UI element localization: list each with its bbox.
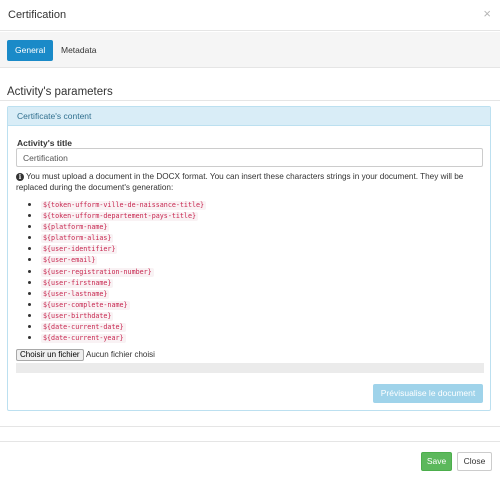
save-button[interactable]: Save <box>421 452 452 471</box>
file-preview-area <box>16 363 484 373</box>
info-circle-icon: i <box>16 173 24 181</box>
tab-general[interactable]: General <box>7 40 54 61</box>
token-code: ${date-current-year} <box>41 334 126 344</box>
modal-title: Certification <box>8 9 67 21</box>
certificate-content-panel: Certificate's content Activity's title i… <box>7 106 491 411</box>
footer-divider <box>0 441 500 442</box>
list-item: ${date-current-year} <box>28 332 206 344</box>
token-code: ${date-current-date} <box>41 323 126 333</box>
list-item: ${user-registration-number} <box>28 266 206 277</box>
list-item: ${user-identifier} <box>28 243 206 255</box>
token-code: ${user-registration-number} <box>41 267 154 277</box>
list-item: ${token-ufform-ville-de-naissance-title} <box>28 199 207 210</box>
activity-title-input[interactable] <box>16 148 483 167</box>
activity-title-label: Activity's title <box>17 138 72 148</box>
list-item: ${user-complete-name} <box>28 299 206 310</box>
section-divider <box>0 100 500 101</box>
token-code: ${token-ufform-ville-de-naissance-title} <box>41 201 207 210</box>
certification-modal: Certification × General Metadata Activit… <box>0 0 500 479</box>
modal-header: Certification × <box>0 0 500 31</box>
list-item: ${date-current-date} <box>28 321 206 333</box>
tab-metadata[interactable]: Metadata <box>53 40 104 61</box>
list-item: ${user-lastname} <box>28 288 206 299</box>
token-code: ${user-email} <box>41 256 98 266</box>
list-item: ${user-firstname} <box>28 277 206 288</box>
upload-info-text: i You must upload a document in the DOCX … <box>16 171 484 193</box>
list-item: ${user-birthdate} <box>28 310 206 321</box>
token-code: ${user-birthdate} <box>41 311 114 321</box>
token-code: ${platform-alias} <box>41 234 114 244</box>
token-code: ${token-ufform-departement-pays-title} <box>41 212 198 222</box>
close-icon[interactable]: × <box>483 7 491 20</box>
list-item: ${platform-alias} <box>28 232 206 244</box>
tabs-bar: General Metadata <box>0 32 500 68</box>
footer-divider <box>0 426 500 427</box>
preview-document-button[interactable]: Prévisualise le document <box>373 384 483 403</box>
token-code: ${user-firstname} <box>41 278 114 288</box>
list-item: ${token-ufform-departement-pays-title} <box>28 210 206 222</box>
panel-heading: Certificate's content <box>8 107 490 126</box>
token-code: ${user-complete-name} <box>41 300 130 310</box>
section-title: Activity's parameters <box>7 86 113 98</box>
file-status-text: Aucun fichier choisi <box>86 350 155 359</box>
list-item: ${user-email} <box>28 254 206 266</box>
choose-file-button[interactable]: Choisir un fichier <box>16 349 84 361</box>
list-item: ${platform-name} <box>28 221 206 233</box>
token-code: ${user-identifier} <box>41 245 118 255</box>
token-code: ${user-lastname} <box>41 289 110 299</box>
token-code: ${platform-name} <box>41 223 110 233</box>
close-button[interactable]: Close <box>457 452 492 471</box>
info-message: You must upload a document in the DOCX f… <box>16 172 464 192</box>
token-list: ${token-ufform-ville-de-naissance-title}… <box>28 199 207 344</box>
